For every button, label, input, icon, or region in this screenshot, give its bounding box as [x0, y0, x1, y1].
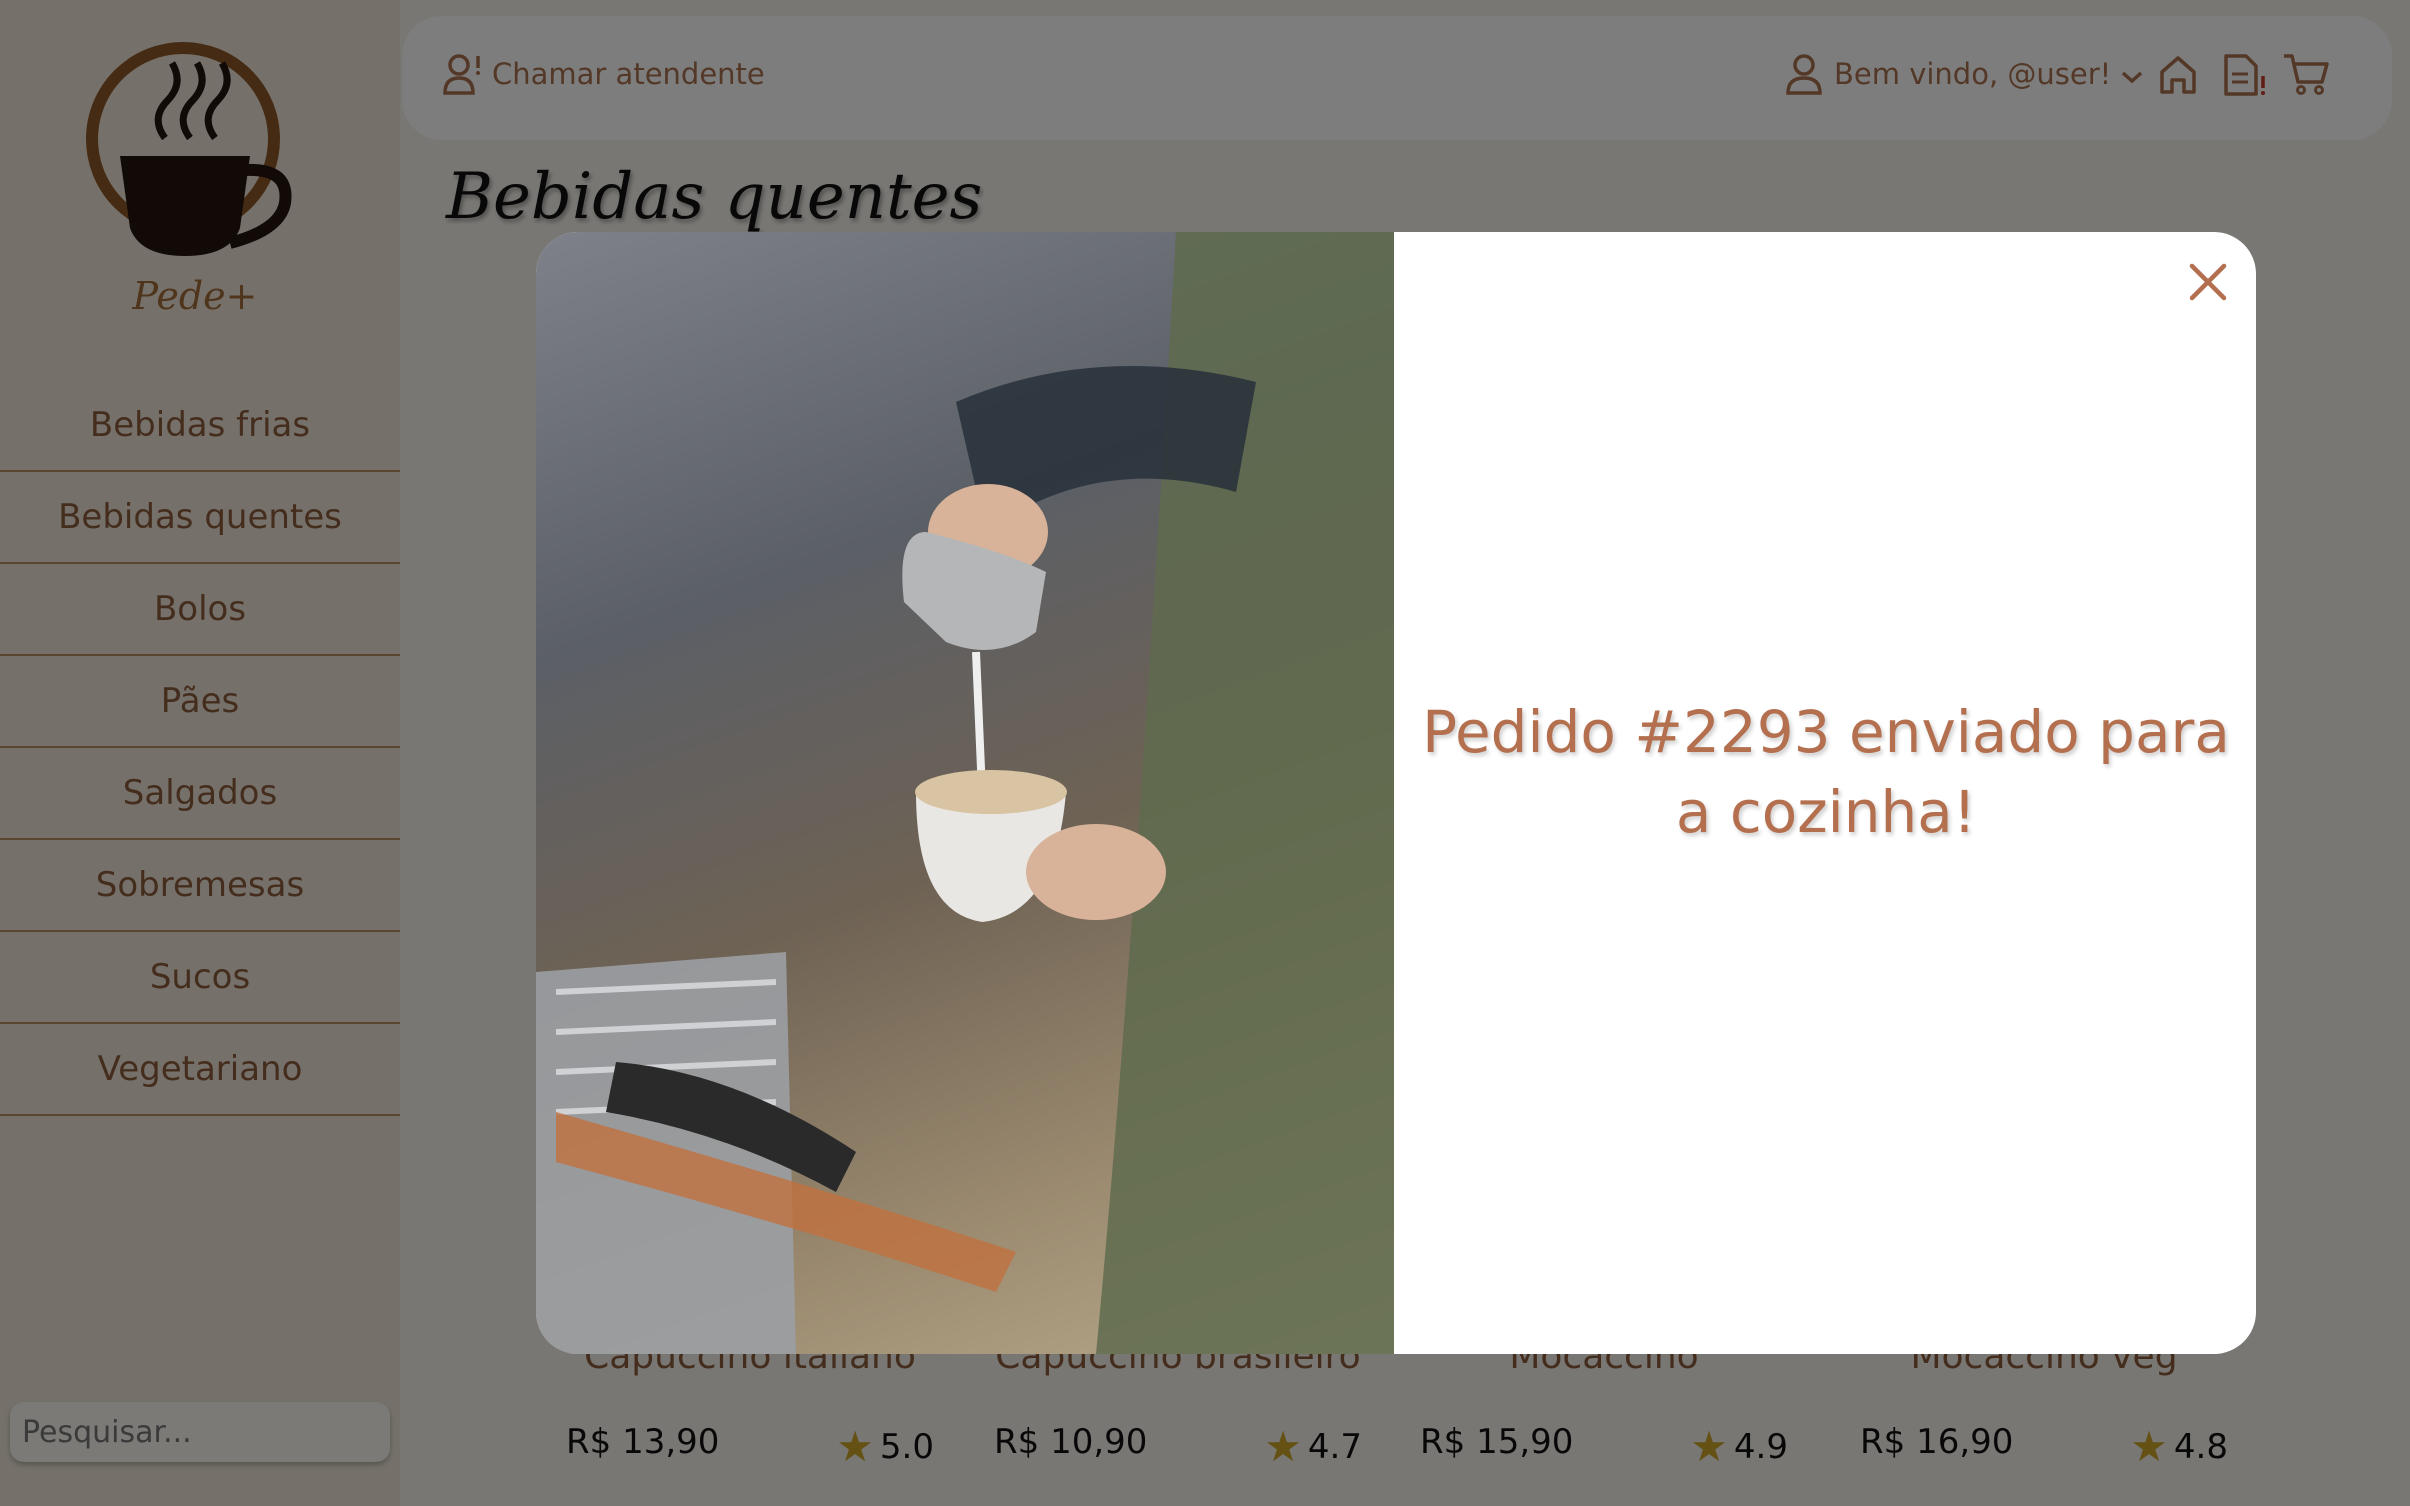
- order-confirmation-modal: Pedido #2293 enviado para a cozinha!: [536, 232, 2256, 1354]
- barista-illustration: [536, 232, 1394, 1354]
- close-icon[interactable]: [2182, 256, 2234, 308]
- order-confirmation-message: Pedido #2293 enviado para a cozinha!: [1422, 698, 2230, 846]
- barista-photo: [536, 232, 1394, 1354]
